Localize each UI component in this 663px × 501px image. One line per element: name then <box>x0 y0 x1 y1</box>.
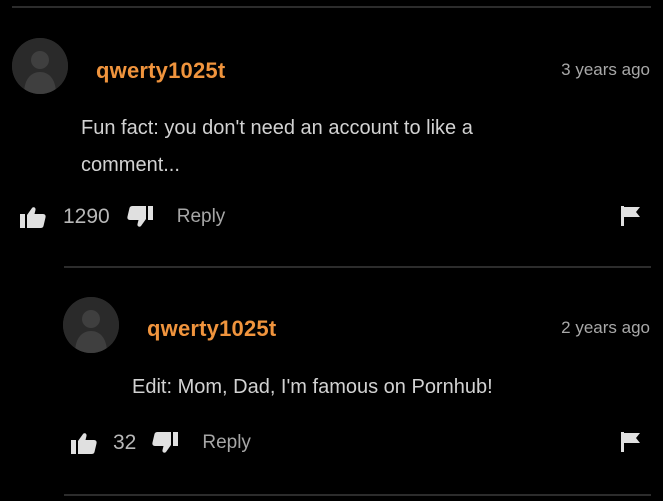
avatar[interactable] <box>12 38 68 94</box>
thumbs-down-icon[interactable] <box>152 432 179 454</box>
reply-button[interactable]: Reply <box>177 206 226 228</box>
thumbs-down-icon[interactable] <box>127 206 153 228</box>
comment-text: Fun fact: you don't need an account to l… <box>81 117 473 176</box>
comment-reply: qwerty1025t 2 years ago Edit: Mom, Dad, … <box>0 270 663 498</box>
like-count: 1290 <box>63 205 110 228</box>
avatar[interactable] <box>63 297 119 353</box>
user-silhouette-icon <box>12 38 68 94</box>
reply-button[interactable]: Reply <box>202 432 251 454</box>
comment-username[interactable]: qwerty1025t <box>147 316 276 342</box>
bottom-divider <box>64 494 651 496</box>
flag-icon[interactable] <box>621 206 641 226</box>
comment-actions: 1290 Reply <box>20 202 225 232</box>
reply-divider <box>64 266 651 268</box>
comment-actions: 32 Reply <box>71 428 251 458</box>
user-silhouette-icon <box>63 297 119 353</box>
comment-timestamp: 2 years ago <box>561 318 650 337</box>
comment: qwerty1025t 3 years ago Fun fact: you do… <box>0 0 663 270</box>
flag-icon[interactable] <box>621 432 641 452</box>
comment-username[interactable]: qwerty1025t <box>96 58 225 84</box>
thumbs-up-icon[interactable] <box>71 432 97 454</box>
thumbs-up-icon[interactable] <box>20 206 46 228</box>
comment-text: Edit: Mom, Dad, I'm famous on Pornhub! <box>132 376 493 398</box>
comment-timestamp: 3 years ago <box>561 60 650 79</box>
like-count: 32 <box>113 431 137 454</box>
